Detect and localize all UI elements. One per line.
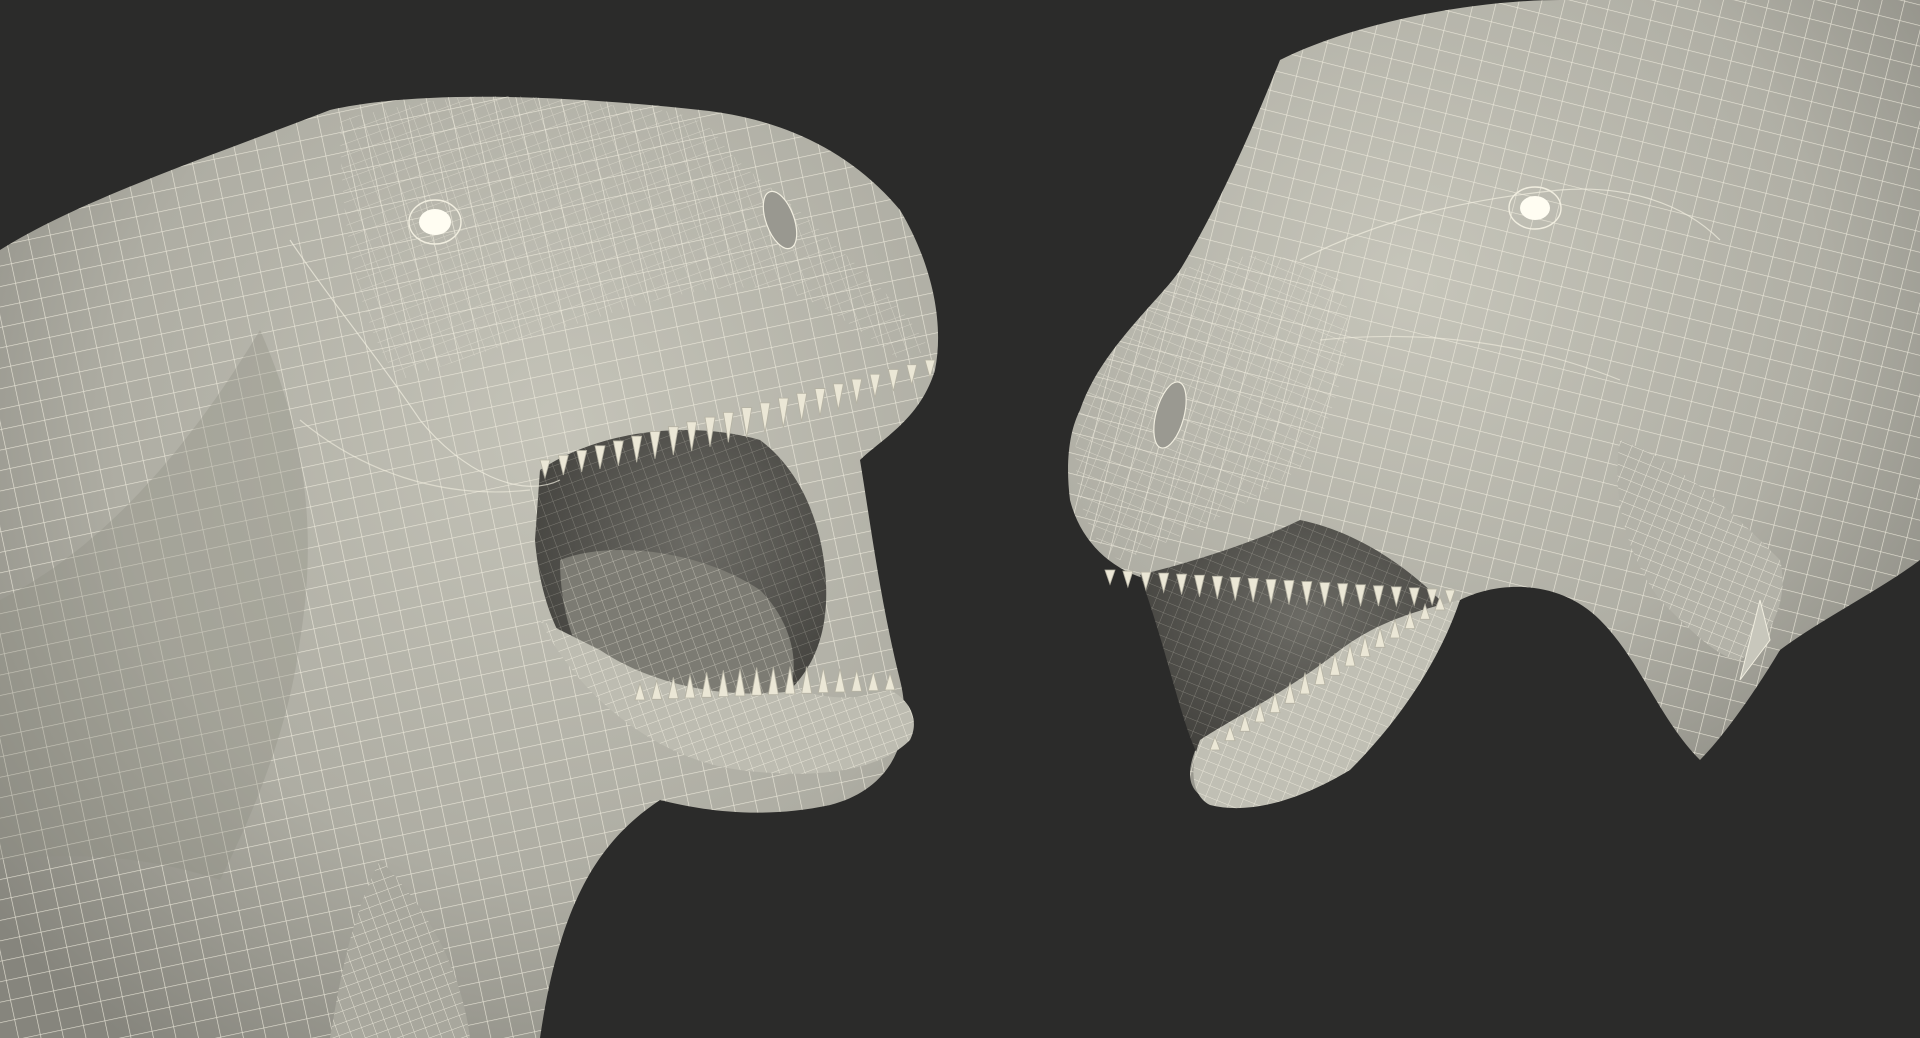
right-trex-eye (1520, 196, 1550, 220)
wireframe-render (0, 0, 1920, 1038)
render-viewport (0, 0, 1920, 1038)
left-trex-eye (419, 209, 451, 235)
tooth (1104, 569, 1116, 586)
left-trex-model (0, 96, 939, 1038)
right-trex-model (1068, 0, 1920, 809)
tooth (1122, 570, 1134, 589)
